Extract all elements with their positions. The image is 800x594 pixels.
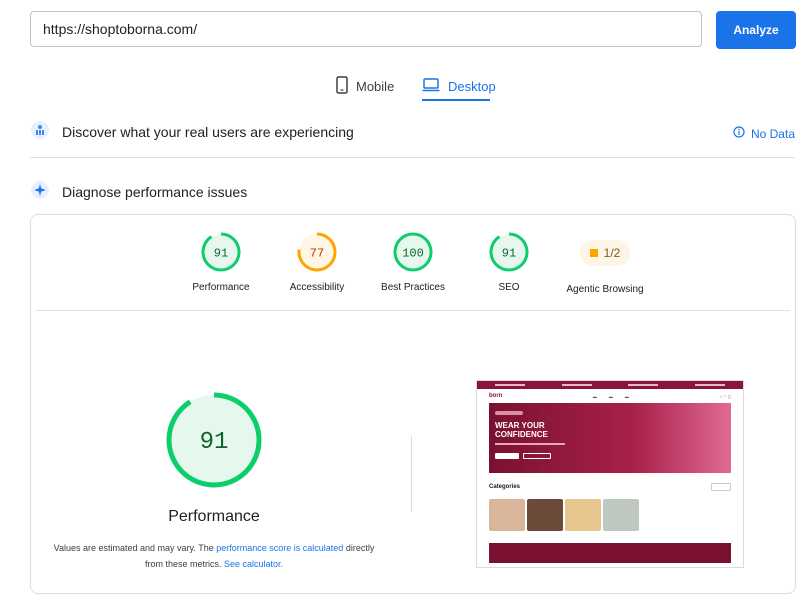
gauge-value: 77 bbox=[310, 247, 324, 261]
main-score-value: 91 bbox=[200, 429, 229, 456]
gauge-best-practices[interactable]: 100 Best Practices bbox=[363, 232, 463, 293]
gauge-label: SEO bbox=[498, 282, 520, 293]
see-calculator-link[interactable]: See calculator. bbox=[224, 559, 283, 569]
gauge-accessibility[interactable]: 77 Accessibility bbox=[267, 232, 367, 293]
no-data-indicator[interactable]: No Data bbox=[733, 126, 795, 141]
gauge-label: Performance bbox=[192, 282, 250, 293]
gauge-performance[interactable]: 91 Performance bbox=[171, 232, 271, 293]
shot-hero-button bbox=[495, 453, 519, 459]
tab-desktop[interactable]: Desktop bbox=[422, 70, 496, 102]
score-calc-link[interactable]: performance score is calculated bbox=[216, 543, 343, 553]
main-performance-gauge: 91 bbox=[164, 390, 264, 495]
shot-logo: born bbox=[489, 393, 503, 399]
shot-thumb bbox=[527, 499, 563, 531]
shot-view-all-button bbox=[711, 483, 731, 491]
section-divider bbox=[30, 157, 795, 158]
shot-promo-banner bbox=[489, 543, 731, 563]
shot-hero-button bbox=[523, 453, 551, 459]
users-icon bbox=[30, 120, 50, 145]
shot-hero-pill bbox=[495, 411, 523, 415]
discover-section[interactable]: Discover what your real users are experi… bbox=[30, 120, 795, 144]
card-divider bbox=[36, 310, 790, 311]
gauge-label: Agentic Browsing bbox=[566, 284, 644, 295]
shot-topbar bbox=[477, 381, 743, 389]
analyze-button[interactable]: Analyze bbox=[716, 11, 796, 49]
warning-square-icon bbox=[589, 249, 598, 257]
info-icon bbox=[733, 126, 745, 141]
tab-desktop-label: Desktop bbox=[448, 78, 496, 94]
estimate-note: Values are estimated and may vary. The p… bbox=[52, 540, 376, 572]
shot-thumb bbox=[603, 499, 639, 531]
gauge-label: Accessibility bbox=[289, 282, 345, 293]
tab-mobile[interactable]: Mobile bbox=[336, 70, 394, 102]
shot-nav-link: ▬ bbox=[608, 393, 613, 399]
desktop-icon bbox=[422, 77, 440, 95]
shot-categories-header: Categories bbox=[489, 483, 731, 491]
diagnose-title: Diagnose performance issues bbox=[62, 184, 248, 200]
agentic-value: 1/2 bbox=[603, 246, 621, 260]
gauge-value: 100 bbox=[402, 247, 424, 261]
shot-thumb bbox=[565, 499, 601, 531]
shot-navbar: born ▬ ▬ ▬ ○ ♡ ◻ bbox=[477, 389, 743, 403]
note-text: Values are estimated and may vary. The bbox=[53, 543, 217, 553]
shot-hero-banner: WEAR YOUR CONFIDENCE bbox=[489, 403, 731, 473]
shot-categories-title: Categories bbox=[489, 484, 521, 490]
gauge-label: Best Practices bbox=[381, 282, 445, 293]
gauge-value: 91 bbox=[502, 247, 516, 261]
active-tab-indicator bbox=[422, 99, 490, 101]
lab-icon bbox=[30, 180, 50, 205]
shot-category-thumbs bbox=[489, 499, 731, 531]
shot-nav-link: ▬ bbox=[592, 393, 597, 399]
shot-nav-icons: ○ ♡ ◻ bbox=[719, 393, 732, 399]
page-screenshot[interactable]: born ▬ ▬ ▬ ○ ♡ ◻ WEAR YOUR CONFIDENCE Ca… bbox=[476, 380, 744, 568]
url-input[interactable] bbox=[30, 11, 702, 47]
discover-title: Discover what your real users are experi… bbox=[62, 124, 354, 140]
main-score-label: Performance bbox=[168, 508, 260, 525]
gauge-agentic-browsing[interactable]: 1/2 Agentic Browsing bbox=[555, 232, 655, 295]
shot-hero-title: WEAR YOUR CONFIDENCE bbox=[495, 421, 548, 439]
shot-nav-link: ▬ bbox=[624, 393, 629, 399]
vertical-separator bbox=[411, 436, 412, 512]
gauge-seo[interactable]: 91 SEO bbox=[459, 232, 559, 293]
agentic-badge: 1/2 bbox=[580, 240, 630, 266]
no-data-label: No Data bbox=[750, 126, 795, 141]
diagnose-section: Diagnose performance issues bbox=[30, 180, 795, 204]
shot-hero-subtitle bbox=[495, 443, 565, 445]
tab-mobile-label: Mobile bbox=[356, 78, 395, 94]
shot-thumb bbox=[489, 499, 525, 531]
mobile-icon bbox=[336, 75, 348, 97]
gauge-value: 91 bbox=[214, 247, 228, 261]
